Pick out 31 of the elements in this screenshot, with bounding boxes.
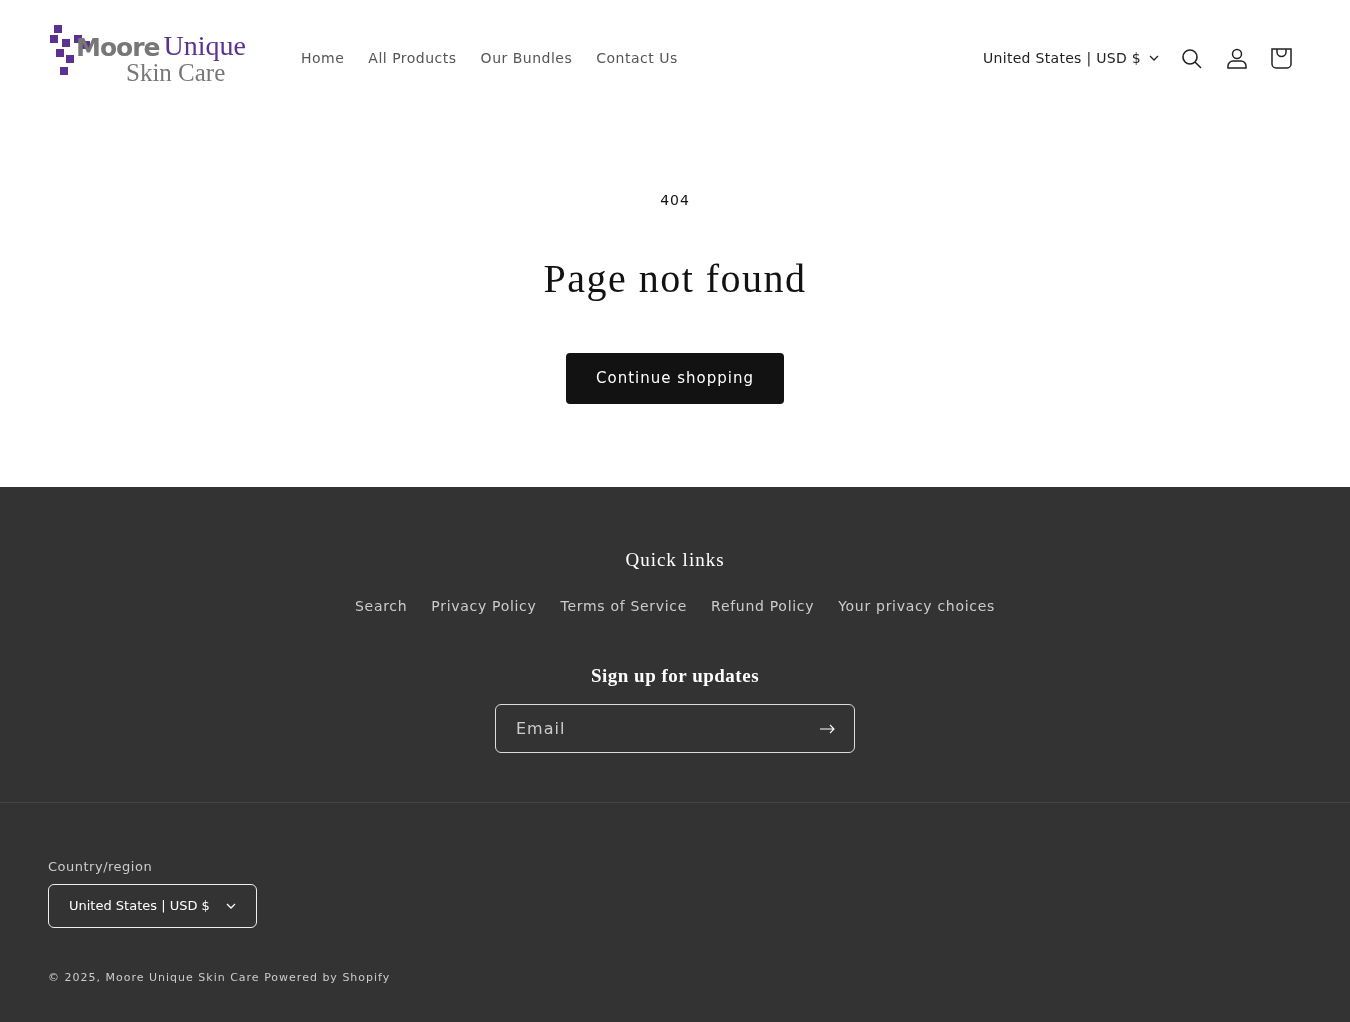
store-link[interactable]: Moore Unique Skin Care (105, 970, 260, 984)
continue-shopping-button[interactable]: Continue shopping (566, 353, 784, 404)
footer-link[interactable]: Privacy Policy (431, 595, 537, 617)
search-icon (1181, 47, 1203, 70)
caret-icon (225, 902, 236, 909)
copyright-text: © 2025, Moore Unique Skin Care Powered by Shopify (48, 969, 392, 986)
page-title: Page not found (543, 255, 807, 303)
footer-link[interactable]: Your privacy choices (838, 595, 995, 617)
error-code: 404 (660, 191, 690, 210)
field-label: Country/region (48, 857, 154, 876)
nav-link[interactable]: All Products (356, 47, 469, 69)
logo-text: Unique (163, 32, 246, 60)
email-field[interactable]: Email (495, 703, 855, 753)
logo-text: Moore (76, 35, 160, 60)
powered-by-link[interactable]: Powered by Shopify (264, 970, 391, 984)
nav-link[interactable]: Our Bundles (468, 47, 585, 69)
nav-link[interactable]: Contact Us (584, 47, 690, 69)
country-selector[interactable]: United States | USD $ (977, 46, 1165, 70)
footer-link[interactable]: Refund Policy (711, 595, 815, 617)
bag-icon (1271, 48, 1292, 69)
footer-link[interactable]: Terms of Service (560, 595, 688, 617)
logo[interactable]: MooreUnique Skin Care (50, 25, 265, 91)
country-selector[interactable]: United States | USD $ (48, 884, 257, 928)
nav-link[interactable]: Home (289, 47, 357, 69)
section-heading: Quick links (624, 548, 726, 572)
caret-icon (1149, 55, 1159, 61)
arrow-icon (820, 723, 835, 734)
footer-link[interactable]: Search (355, 595, 408, 617)
person-icon (1227, 47, 1247, 70)
logo-text: Skin Care (125, 60, 226, 85)
section-heading: Sign up for updates (589, 664, 761, 688)
